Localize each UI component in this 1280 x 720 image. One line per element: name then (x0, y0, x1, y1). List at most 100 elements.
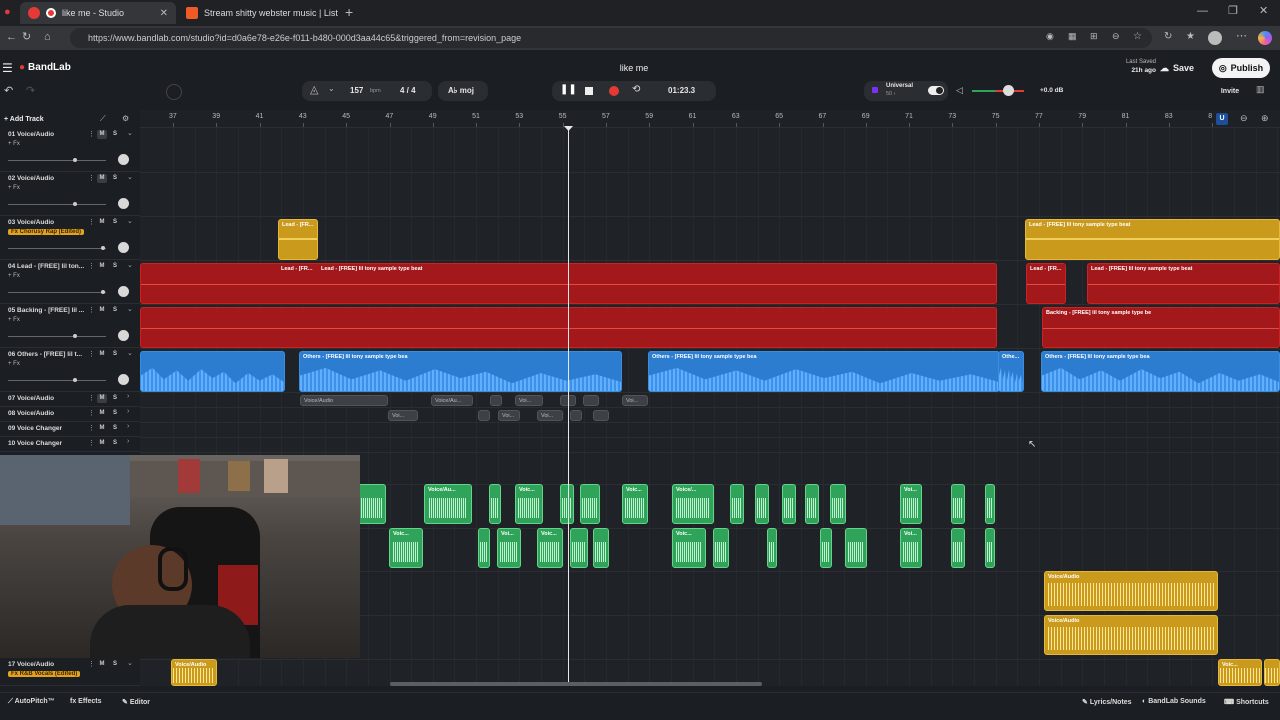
chevron-down-icon[interactable]: ⌄ (127, 659, 133, 667)
solo-button[interactable]: S (110, 394, 120, 403)
universal-toggle[interactable] (928, 86, 944, 95)
pan-knob[interactable] (118, 198, 129, 209)
track-header[interactable]: 07 Voice/Audio ⋮ M S › (0, 392, 140, 407)
clip-voice-green[interactable] (951, 528, 965, 568)
reload-icon[interactable]: ↻ (22, 32, 31, 43)
track-header[interactable]: 17 Voice/Audio ⋮ M S ⌄ Fx R&B Vocals (Edited) (0, 658, 140, 686)
loop-button[interactable]: ⟲ (632, 85, 640, 95)
clip-voice-green[interactable] (358, 484, 386, 524)
track-header[interactable]: 04 Lead - [FREE] lil ton... ⋮ M S ⌄ + Fx (0, 260, 140, 304)
solo-button[interactable]: S (110, 660, 120, 669)
volume-handle[interactable] (73, 334, 77, 338)
clip-voice-gray[interactable] (490, 395, 502, 406)
volume-slider[interactable] (8, 292, 106, 293)
browser-tab-soundcloud[interactable]: Stream shitty webster music | List ✕ (178, 2, 342, 24)
refresh-icon[interactable]: ↻ (1164, 32, 1172, 42)
hamburger-menu-icon[interactable]: ☰ (2, 62, 13, 74)
clip-voice-gray[interactable]: Voi... (515, 395, 543, 406)
clip-voice-green[interactable] (985, 484, 995, 524)
solo-button[interactable]: S (110, 218, 120, 227)
clip-voice-gray[interactable]: Voi... (498, 410, 520, 421)
volume-slider[interactable] (8, 380, 106, 381)
bpm-value[interactable]: 157 (350, 86, 363, 95)
solo-button[interactable]: S (110, 409, 120, 418)
invite-button[interactable]: Invite (1212, 83, 1248, 99)
clip-others[interactable]: Others - [FREE] lil tony sample type bea (648, 351, 1000, 392)
clip-others[interactable]: Others - [FREE] lil tony sample type bea (1041, 351, 1280, 392)
clip-voice-green[interactable] (489, 484, 501, 524)
mute-button[interactable]: M (97, 262, 107, 271)
record-button[interactable] (609, 86, 619, 96)
wand-icon[interactable]: ⟋ (100, 115, 106, 123)
solo-button[interactable]: S (110, 424, 120, 433)
track-name[interactable]: 08 Voice/Audio (8, 410, 84, 417)
clip-voice-green[interactable] (805, 484, 819, 524)
close-tab-icon[interactable]: ✕ (160, 8, 168, 19)
clip-voice-yellow[interactable]: Voice/Audio (171, 659, 217, 686)
settings-icon[interactable]: ⚙ (122, 115, 129, 123)
zoom-icon[interactable]: ⊖ (1112, 32, 1120, 41)
clip-lead-full[interactable]: Lead - [FREE] lil tony sample type beat (1025, 219, 1280, 260)
chevron-right-icon[interactable]: › (127, 393, 129, 400)
universal-sub[interactable]: 50 › (886, 91, 895, 97)
solo-button[interactable]: S (110, 439, 120, 448)
clip-voice-green[interactable]: Voi... (497, 528, 521, 568)
track-menu-icon[interactable]: ⋮ (88, 409, 95, 417)
solo-button[interactable]: S (110, 130, 120, 139)
track-menu-icon[interactable]: ⋮ (88, 262, 95, 270)
editor-button[interactable]: ✎ Editor (122, 698, 150, 706)
profile-avatar[interactable] (1208, 31, 1222, 45)
clip-voice-gray[interactable]: Voi... (537, 410, 563, 421)
pan-knob[interactable] (118, 374, 129, 385)
favorite-star-icon[interactable]: ☆ (1133, 32, 1142, 42)
track-menu-icon[interactable]: ⋮ (88, 394, 95, 402)
solo-button[interactable]: S (110, 174, 120, 183)
chevron-down-icon[interactable]: ⌄ (127, 217, 133, 225)
clip-voice-green[interactable]: Voi... (900, 528, 922, 568)
clip-voice-yellow[interactable] (1264, 659, 1280, 686)
snap-icon[interactable]: U (1216, 113, 1228, 125)
chevron-right-icon[interactable]: › (127, 438, 129, 445)
chevron-down-icon[interactable]: ⌄ (127, 305, 133, 313)
new-tab-button[interactable]: + (345, 5, 353, 19)
clip-others[interactable] (140, 351, 285, 392)
clip-voice-gray[interactable]: Voi... (388, 410, 418, 421)
clip-voice-gray[interactable]: Voi... (622, 395, 648, 406)
mute-button[interactable]: M (97, 306, 107, 315)
bandlab-logo[interactable]: ● BandLab (19, 62, 71, 73)
key-button[interactable]: A♭ moj (438, 81, 488, 101)
mute-button[interactable]: M (97, 130, 107, 139)
solo-button[interactable]: S (110, 306, 120, 315)
track-header[interactable]: 01 Voice/Audio ⋮ M S ⌄ + Fx (0, 128, 140, 172)
solo-button[interactable]: S (110, 350, 120, 359)
fx-button[interactable]: Fx Chorusy Rap (Edited) (8, 229, 85, 235)
track-name[interactable]: 06 Others - [FREE] lil t... (8, 351, 84, 358)
track-header[interactable]: 05 Backing - [FREE] lil ... ⋮ M S ⌄ + Fx (0, 304, 140, 348)
volume-slider[interactable] (8, 336, 106, 337)
mute-button[interactable]: M (97, 350, 107, 359)
clip-voice-green[interactable]: Voic... (389, 528, 423, 568)
lyrics-notes-button[interactable]: ✎ Lyrics/Notes (1082, 698, 1132, 706)
clip-others[interactable]: Othe... (998, 351, 1024, 392)
copilot-icon[interactable] (1258, 31, 1272, 45)
zoom-out-icon[interactable]: ⊖ (1240, 114, 1248, 123)
undo-icon[interactable]: ↶ (4, 86, 13, 97)
chevron-down-icon[interactable]: ⌄ (127, 173, 133, 181)
metronome-toggle[interactable] (166, 84, 182, 100)
chevron-down-icon[interactable]: ⌄ (127, 349, 133, 357)
zoom-in-icon[interactable]: ⊕ (1261, 114, 1269, 123)
maximize-button[interactable]: ❐ (1228, 6, 1238, 17)
track-name[interactable]: 02 Voice/Audio (8, 175, 84, 182)
track-name[interactable]: 07 Voice/Audio (8, 395, 84, 402)
clip-voice-green[interactable]: Voic... (622, 484, 648, 524)
clip-voice-green[interactable] (730, 484, 744, 524)
fx-button[interactable]: + Fx (8, 317, 20, 323)
volume-handle[interactable] (73, 158, 77, 162)
mute-button[interactable]: M (97, 660, 107, 669)
fx-button[interactable]: + Fx (8, 361, 20, 367)
clip-voice-gray[interactable] (593, 410, 609, 421)
clip-voice-green[interactable] (782, 484, 796, 524)
master-volume-slider[interactable] (972, 90, 1024, 92)
clip-voice-gray[interactable] (478, 410, 490, 421)
track-menu-icon[interactable]: ⋮ (88, 218, 95, 226)
